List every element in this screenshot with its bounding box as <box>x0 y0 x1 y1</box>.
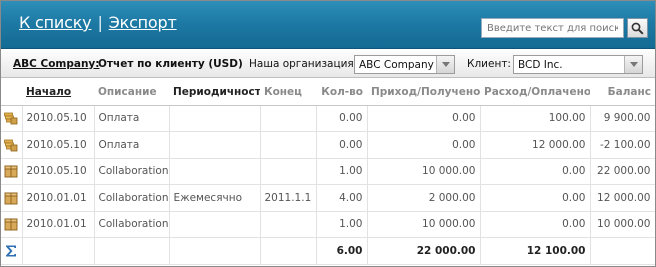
column-header-icon <box>1 79 22 106</box>
box-icon <box>4 218 18 231</box>
total-cell-empty <box>94 237 170 265</box>
column-header-quantity[interactable]: Кол-во <box>316 79 367 106</box>
cell-quantity: 0.00 <box>316 131 368 159</box>
cell-income: 2 000.00 <box>367 184 481 212</box>
table-row[interactable]: 2010.05.10 Оплата 0.00 0.00 12 000.00 -2… <box>1 131 655 159</box>
export-link[interactable]: Экспорт <box>109 13 177 32</box>
column-header-description[interactable]: Описание <box>94 79 169 106</box>
cell-start: 2010.05.10 <box>22 158 95 185</box>
cell-periodicity <box>169 158 261 185</box>
cell-balance: 12 000.00 <box>590 184 655 212</box>
column-header-income[interactable]: Приход/Получено <box>367 79 480 106</box>
total-cell-empty <box>169 237 261 265</box>
sigma-icon <box>6 245 16 257</box>
cell-periodicity: Ежемесячно <box>169 184 261 212</box>
cell-description: Collaboration <box>94 211 170 238</box>
column-header-start[interactable]: Начало <box>22 79 94 106</box>
cell-balance: 9 900.00 <box>590 105 655 132</box>
cell-start: 2010.05.10 <box>22 105 95 132</box>
cell-quantity: 0.00 <box>316 105 368 132</box>
box-icon <box>4 165 18 178</box>
cell-balance: 22 000.00 <box>590 158 655 185</box>
back-to-list-link[interactable]: К списку <box>19 13 92 32</box>
cell-end <box>260 131 317 159</box>
breadcrumb: К списку | Экспорт <box>19 13 177 32</box>
column-header-balance[interactable]: Баланс <box>590 79 655 106</box>
cell-description: Оплата <box>94 131 170 159</box>
chevron-down-icon[interactable] <box>624 56 642 73</box>
cell-end: 2011.1.1 <box>260 184 317 212</box>
cell-description: Collaboration <box>94 184 170 212</box>
cell-expense: 0.00 <box>480 158 591 185</box>
search-icon <box>631 22 644 35</box>
company-link[interactable]: ABC Company: <box>13 58 99 70</box>
payment-icon <box>4 112 18 125</box>
cell-description: Collaboration <box>94 158 170 185</box>
row-icon-cell <box>1 237 23 265</box>
payment-icon <box>4 139 18 152</box>
total-balance <box>590 237 655 265</box>
column-header-periodicity[interactable]: Периодичность <box>169 79 260 106</box>
table-row[interactable]: 2010.05.10 Оплата 0.00 0.00 100.00 9 900… <box>1 105 655 132</box>
row-icon-cell <box>1 184 23 212</box>
cell-start: 2010.01.01 <box>22 211 95 238</box>
cell-balance: 10 000.00 <box>590 211 655 238</box>
cell-periodicity <box>169 105 261 132</box>
cell-start: 2010.05.10 <box>22 131 95 159</box>
totals-row: 6.00 22 000.00 12 100.00 <box>1 237 655 265</box>
search-box <box>481 18 648 38</box>
organization-label: Наша организация: <box>249 58 358 70</box>
cell-quantity: 1.00 <box>316 211 368 238</box>
table-row[interactable]: 2010.01.01 Collaboration Ежемесячно 2011… <box>1 184 655 212</box>
report-window: К списку | Экспорт ABC Company: Отчет по к… <box>0 0 656 267</box>
cell-quantity: 1.00 <box>316 158 368 185</box>
cell-expense: 0.00 <box>480 184 591 212</box>
cell-quantity: 4.00 <box>316 184 368 212</box>
client-select-value: BCD Inc. <box>518 59 563 71</box>
report-table: Начало Описание Периодичность Конец Кол-… <box>1 79 655 265</box>
cell-income: 10 000.00 <box>367 211 481 238</box>
cell-end <box>260 158 317 185</box>
client-select[interactable]: BCD Inc. <box>513 55 643 74</box>
search-input[interactable] <box>481 18 624 38</box>
cell-expense: 100.00 <box>480 105 591 132</box>
cell-end <box>260 211 317 238</box>
nav-separator: | <box>97 13 103 32</box>
total-income: 22 000.00 <box>367 237 481 265</box>
cell-periodicity <box>169 131 261 159</box>
cell-income: 0.00 <box>367 105 481 132</box>
header-bar: К списку | Экспорт <box>1 1 655 49</box>
cell-end <box>260 105 317 132</box>
cell-description: Оплата <box>94 105 170 132</box>
report-toolbar: ABC Company: Отчет по клиенту (USD) Наша… <box>1 50 655 78</box>
total-cell-empty <box>260 237 317 265</box>
cell-balance: -2 100.00 <box>590 131 655 159</box>
table-header-row: Начало Описание Периодичность Конец Кол-… <box>1 79 655 106</box>
row-icon-cell <box>1 211 23 238</box>
cell-income: 10 000.00 <box>367 158 481 185</box>
cell-expense: 12 000.00 <box>480 131 591 159</box>
chevron-down-icon[interactable] <box>436 56 454 73</box>
client-label: Клиент: <box>467 58 511 70</box>
box-icon <box>4 192 18 205</box>
cell-expense: 0.00 <box>480 211 591 238</box>
organization-select[interactable]: ABC Company <box>354 55 455 74</box>
cell-income: 0.00 <box>367 131 481 159</box>
table-row[interactable]: 2010.01.01 Collaboration 1.00 10 000.00 … <box>1 211 655 238</box>
total-expense: 12 100.00 <box>480 237 591 265</box>
row-icon-cell <box>1 131 23 159</box>
row-icon-cell <box>1 105 23 132</box>
total-quantity: 6.00 <box>316 237 368 265</box>
search-button[interactable] <box>627 18 648 38</box>
cell-start: 2010.01.01 <box>22 184 95 212</box>
organization-select-value: ABC Company <box>359 59 434 71</box>
total-cell-empty <box>22 237 95 265</box>
cell-periodicity <box>169 211 261 238</box>
table-row[interactable]: 2010.05.10 Collaboration 1.00 10 000.00 … <box>1 158 655 185</box>
row-icon-cell <box>1 158 23 185</box>
column-header-expense[interactable]: Расход/Оплачено <box>480 79 590 106</box>
report-title: Отчет по клиенту (USD) <box>98 58 243 70</box>
column-header-end[interactable]: Конец <box>260 79 316 106</box>
